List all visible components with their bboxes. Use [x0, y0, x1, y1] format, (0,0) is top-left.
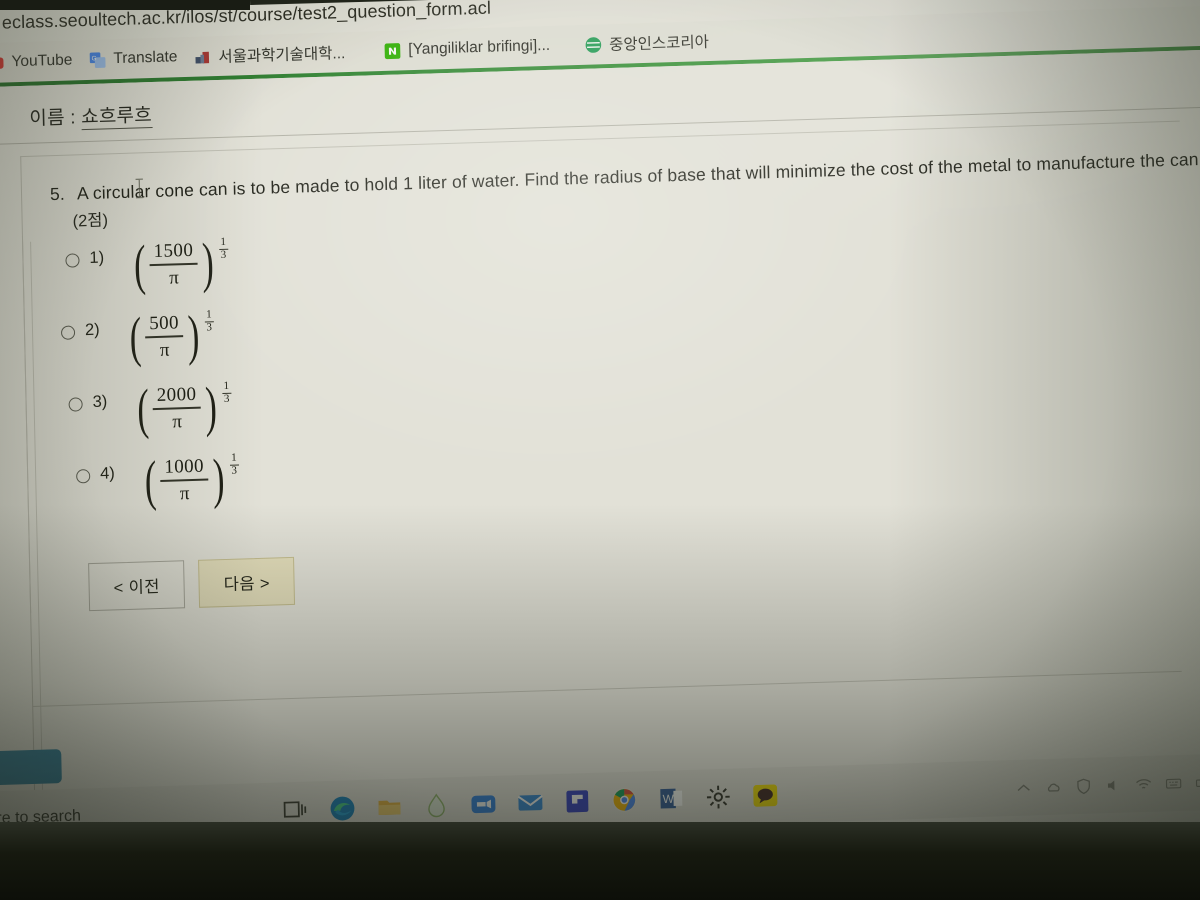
option-expression-1: ( 1500 π ) 1 3	[130, 232, 229, 297]
svg-text:W: W	[663, 792, 675, 806]
exponent-denominator: 3	[220, 248, 227, 261]
option-expression-2: ( 500 π ) 1 3	[125, 305, 214, 370]
drop-icon[interactable]	[423, 792, 450, 819]
bookmark-label: YouTube	[11, 51, 73, 71]
kakaotalk-icon[interactable]	[752, 782, 779, 809]
google-chrome-icon[interactable]	[611, 787, 638, 814]
zoom-icon[interactable]	[470, 791, 497, 818]
bookmark-joongang[interactable]: 중앙인스코리아	[585, 30, 709, 56]
bookmark-label: 중앙인스코리아	[608, 33, 710, 55]
option-number: 3)	[92, 392, 108, 412]
exponent: 1 3	[229, 451, 239, 477]
paren-open: (	[143, 450, 157, 513]
fraction: 500 π	[145, 312, 184, 362]
address-bar-url[interactable]: eclass.seoultech.ac.kr/ilos/st/course/te…	[2, 0, 492, 33]
task-view-icon[interactable]	[282, 797, 309, 824]
radio-button-3[interactable]	[68, 397, 83, 412]
google-translate-icon: G	[89, 51, 106, 68]
system-tray	[1015, 773, 1200, 797]
exponent-denominator: 3	[206, 320, 213, 334]
bookmark-seoultech[interactable]: 서울과학기술대학...	[194, 41, 346, 68]
option-expression-3: ( 2000 π ) 1 3	[133, 376, 232, 441]
answer-options: 1) ( 1500 π ) 1 3 2) (500 π) 1 3 3) (…	[51, 212, 1188, 534]
radio-button-1[interactable]	[65, 253, 80, 268]
paren-open: (	[136, 378, 150, 441]
student-name-label: 이름 :	[29, 107, 76, 130]
paren-open: (	[128, 306, 142, 370]
paren-open: (	[133, 234, 147, 297]
paren-close: )	[201, 232, 215, 295]
bookmark-translate[interactable]: G Translate	[89, 48, 178, 69]
mail-icon[interactable]	[517, 789, 544, 816]
fraction-numerator: 1500	[153, 239, 194, 263]
fraction-numerator: 1000	[164, 455, 205, 478]
fraction: 2000 π	[153, 384, 202, 434]
paren-close: )	[187, 305, 200, 368]
fraction-denominator: π	[168, 266, 180, 289]
exponent-numerator: 1	[206, 308, 212, 321]
bookmark-youtube[interactable]: YouTube	[0, 51, 73, 72]
exponent-numerator: 1	[231, 451, 237, 464]
bookmark-label: Translate	[113, 48, 178, 68]
youtube-icon	[0, 56, 4, 69]
student-name-value: 쇼흐루흐	[80, 105, 153, 131]
microsoft-word-icon[interactable]: W	[658, 785, 685, 812]
option-expression-4: ( 1000 π ) 1 3	[140, 448, 239, 513]
screen-photo: class Syst × solution of hw 6.pdf × G Go…	[0, 0, 1200, 900]
bookmark-label: 서울과학기술대학...	[218, 45, 346, 66]
paren-close: )	[212, 448, 226, 511]
shield-icon[interactable]	[1075, 777, 1092, 795]
naver-icon	[384, 42, 401, 59]
fraction-denominator: π	[172, 410, 183, 433]
show-hidden-icons-chevron[interactable]	[1015, 779, 1032, 797]
exponent-denominator: 3	[223, 392, 230, 405]
file-explorer-icon[interactable]	[376, 794, 403, 821]
exponent-denominator: 3	[231, 464, 238, 477]
next-button[interactable]: 다음 >	[198, 557, 296, 608]
battery-icon[interactable]	[1195, 773, 1200, 791]
bookmark-label: [Yangiliklar brifingi]...	[408, 36, 551, 59]
microsoft-edge-icon[interactable]	[329, 795, 356, 822]
globe-icon	[585, 36, 602, 53]
keyboard-language-icon[interactable]	[1165, 774, 1182, 792]
svg-text:G: G	[92, 55, 97, 62]
paren-close: )	[204, 376, 218, 439]
university-icon	[195, 51, 210, 64]
text-cursor-icon	[135, 178, 144, 199]
fraction-denominator: π	[159, 339, 170, 361]
search-input[interactable]: here to search	[0, 802, 273, 829]
computer-screen: class Syst × solution of hw 6.pdf × G Go…	[0, 0, 1200, 864]
question-card: 5. A circular cone can is to be made to …	[20, 120, 1200, 614]
exponent: 1 3	[218, 235, 229, 261]
fraction-denominator: π	[179, 482, 190, 504]
question-number: 5.	[49, 183, 66, 205]
windows-taskbar: here to search W	[0, 752, 1200, 848]
radio-button-4[interactable]	[76, 469, 91, 484]
exponent: 1 3	[221, 379, 232, 405]
divider	[32, 670, 1182, 707]
bookmark-yangiliklar[interactable]: [Yangiliklar brifingi]...	[384, 37, 550, 60]
flipboard-icon[interactable]	[564, 788, 591, 815]
option-number: 2)	[84, 320, 100, 340]
fraction-numerator: 500	[148, 312, 180, 335]
exponent-numerator: 1	[220, 235, 227, 249]
floating-teal-button[interactable]	[0, 749, 62, 787]
option-number: 4)	[99, 464, 116, 483]
taskbar-icons: W	[282, 782, 778, 823]
network-icon[interactable]	[1135, 775, 1152, 793]
option-number: 1)	[89, 248, 105, 268]
exponent: 1 3	[204, 308, 214, 334]
settings-gear-icon[interactable]	[705, 784, 732, 811]
quiz-navigation: < 이전 다음 >	[88, 530, 1190, 612]
exponent-numerator: 1	[223, 379, 230, 393]
fraction-numerator: 2000	[156, 383, 197, 407]
fraction: 1500 π	[149, 240, 198, 290]
speaker-icon[interactable]	[1105, 776, 1122, 794]
quiz-page: 이름 : 쇼흐루흐 5. A circular cone can is to b…	[0, 48, 1200, 864]
previous-button[interactable]: < 이전	[88, 560, 186, 612]
cloud-icon[interactable]	[1045, 778, 1062, 796]
fraction: 1000 π	[160, 456, 209, 506]
radio-button-2[interactable]	[60, 325, 76, 341]
